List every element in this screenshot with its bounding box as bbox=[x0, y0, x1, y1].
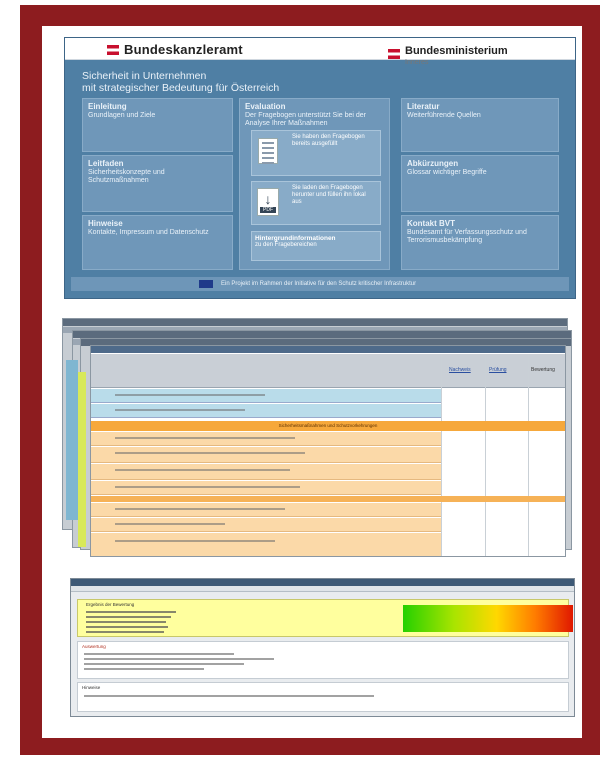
title-line-1: Sicherheit in Unternehmen bbox=[82, 70, 207, 82]
table-row bbox=[91, 503, 441, 517]
tile-literatur[interactable]: Literatur Weiterführende Quellen bbox=[401, 98, 559, 152]
title-line-2: mit strategischer Bedeutung für Österrei… bbox=[82, 82, 280, 94]
portal-header: Bundeskanzleramt Bundesministerium Inner… bbox=[65, 38, 575, 66]
summary-header: Ergebnis der Bewertung bbox=[86, 602, 135, 607]
sheet-left-strip-2 bbox=[78, 372, 86, 547]
table-row bbox=[91, 389, 441, 403]
logo-left-text: Bundeskanzleramt bbox=[124, 42, 243, 57]
sheet-left-strip bbox=[66, 360, 78, 520]
eval-box3-title: Hintergrundinformationen bbox=[255, 235, 336, 242]
result-section-1: Auswertung bbox=[77, 641, 569, 679]
austria-flag-icon bbox=[388, 48, 400, 59]
tile-text: Der Fragebogen unterstützt Sie bei der A… bbox=[245, 112, 367, 127]
tile-hinweise[interactable]: Hinweise Kontakte, Impressum und Datensc… bbox=[82, 215, 233, 270]
sheet-column-header: Nachweis Prüfung Bewertung bbox=[91, 354, 565, 388]
footer-text: Ein Projekt im Rahmen der Initiative für… bbox=[221, 281, 417, 287]
tile-title: Evaluation bbox=[245, 102, 286, 111]
col-link-2[interactable]: Prüfung bbox=[489, 367, 507, 373]
eval-box3-text: zu den Fragebereichen bbox=[255, 242, 317, 248]
tile-title: Abkürzungen bbox=[407, 159, 459, 168]
logo-right-sub: Inneres bbox=[405, 59, 429, 66]
section-divider bbox=[91, 496, 565, 502]
sheet-front: Nachweis Prüfung Bewertung Sicherheitsma… bbox=[90, 345, 566, 557]
table-row bbox=[91, 518, 441, 532]
tile-text: Glossar wichtiger Begriffe bbox=[407, 169, 487, 176]
result-section-2: Hinweise bbox=[77, 682, 569, 712]
download-icon: ↓ PDF bbox=[257, 188, 279, 216]
tile-kontakt[interactable]: Kontakt BVT Bundesamt für Verfassungssch… bbox=[401, 215, 559, 270]
tile-abkuerzungen[interactable]: Abkürzungen Glossar wichtiger Begriffe bbox=[401, 155, 559, 212]
tile-text: Sicherheitskonzepte und Schutzmaßnahmen bbox=[88, 169, 165, 184]
tile-leitfaden[interactable]: Leitfaden Sicherheitskonzepte und Schutz… bbox=[82, 155, 233, 212]
table-row bbox=[91, 432, 441, 446]
portal-title: Sicherheit in Unternehmen mit strategisc… bbox=[82, 70, 279, 94]
table-row bbox=[91, 533, 441, 556]
col-link-1[interactable]: Nachweis bbox=[449, 367, 471, 373]
tile-title: Kontakt BVT bbox=[407, 219, 455, 228]
tile-title: Einleitung bbox=[88, 102, 127, 111]
portal-screenshot: Bundeskanzleramt Bundesministerium Inner… bbox=[64, 37, 576, 299]
tile-einleitung[interactable]: Einleitung Grundlagen und Ziele bbox=[82, 98, 233, 152]
table-row bbox=[91, 464, 441, 480]
col-3: Bewertung bbox=[531, 367, 555, 373]
logo-right-text: Bundesministerium bbox=[405, 45, 508, 57]
section1-title: Auswertung bbox=[82, 644, 106, 649]
portal-footer: Ein Projekt im Rahmen der Initiative für… bbox=[71, 277, 569, 291]
result-summary: Ergebnis der Bewertung bbox=[77, 599, 573, 637]
eval-box2-text: Sie laden den Fragebogen herunter und fü… bbox=[292, 185, 366, 205]
result-screenshot: Ergebnis der Bewertung Auswertung Hinwei… bbox=[70, 578, 575, 717]
tile-text: Kontakte, Impressum und Datenschutz bbox=[88, 229, 209, 236]
sheet-title-bar bbox=[91, 346, 565, 353]
tile-title: Leitfaden bbox=[88, 159, 124, 168]
eval-info-box[interactable]: Hintergrundinformationen zu den Frageber… bbox=[251, 231, 381, 261]
risk-gradient-bar bbox=[403, 605, 573, 632]
tile-text: Weiterführende Quellen bbox=[407, 112, 481, 119]
table-row bbox=[91, 447, 441, 463]
table-row bbox=[91, 481, 441, 495]
tile-text: Bundesamt für Verfassungsschutz und Terr… bbox=[407, 229, 527, 244]
section-header: Sicherheitsmaßnahmen und Schutzvorkehrun… bbox=[91, 421, 565, 431]
section2-title: Hinweise bbox=[82, 685, 101, 690]
logo-bundeskanzleramt: Bundeskanzleramt bbox=[107, 42, 243, 57]
tile-title: Literatur bbox=[407, 102, 440, 111]
result-toolbar bbox=[71, 586, 574, 592]
document-icon bbox=[258, 138, 278, 164]
austria-flag-icon bbox=[107, 44, 119, 55]
table-row bbox=[91, 404, 441, 418]
eval-box1-text: Sie haben den Fragebogen bereits ausgefü… bbox=[292, 134, 365, 147]
logo-bmi: Bundesministerium Inneres bbox=[388, 41, 508, 66]
eu-flag-icon bbox=[199, 280, 213, 288]
tile-text: Grundlagen und Ziele bbox=[88, 112, 156, 119]
result-title-bar bbox=[71, 579, 574, 586]
tile-title: Hinweise bbox=[88, 219, 123, 228]
